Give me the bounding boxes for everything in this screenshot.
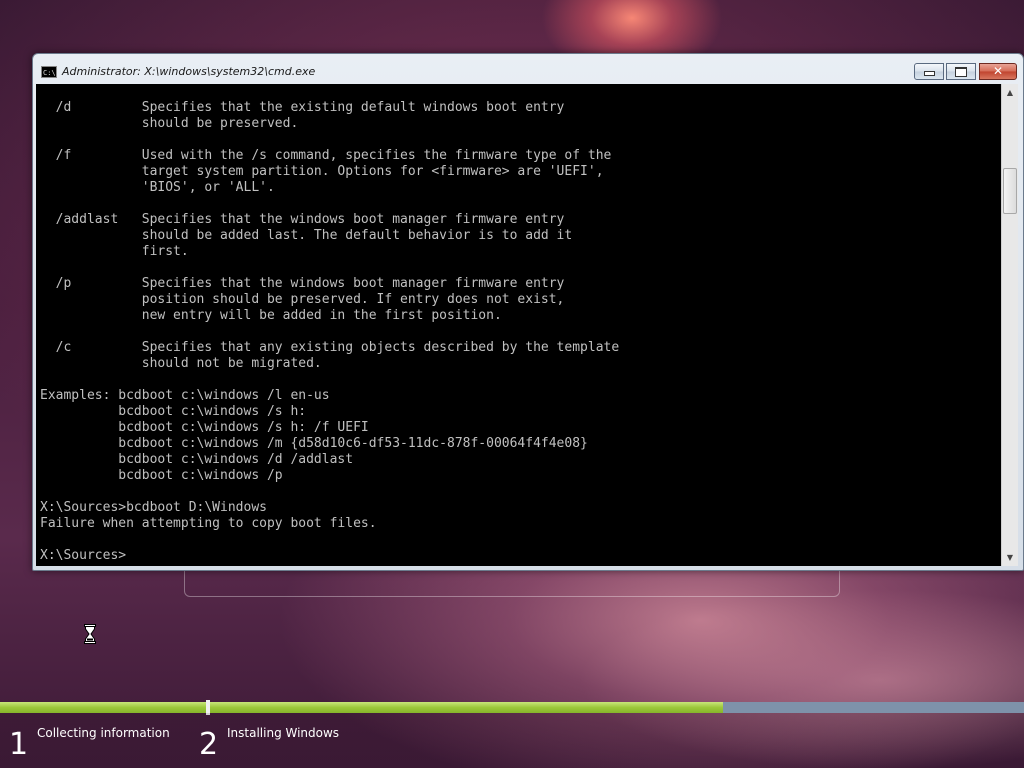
title-bar[interactable]: C:\ Administrator: X:\windows\system32\c…	[33, 54, 1023, 84]
window-title: Administrator: X:\windows\system32\cmd.e…	[62, 65, 316, 78]
scroll-up-arrow-icon[interactable]: ▲	[1002, 84, 1018, 101]
minimize-icon	[915, 64, 943, 79]
desktop-background: C:\ Administrator: X:\windows\system32\c…	[0, 0, 1024, 768]
vertical-scrollbar[interactable]: ▲ ▼	[1001, 84, 1018, 566]
step1-label: Collecting information	[37, 726, 170, 740]
console-output: /d Specifies that the existing default w…	[40, 100, 620, 563]
console-area[interactable]: /d Specifies that the existing default w…	[36, 84, 1001, 566]
scroll-thumb[interactable]	[1003, 168, 1017, 214]
step2-label: Installing Windows	[227, 726, 340, 740]
maximize-button[interactable]	[946, 63, 976, 80]
setup-status-bar	[0, 713, 1024, 768]
cmd-icon: C:\	[41, 66, 57, 78]
scroll-down-arrow-icon[interactable]: ▼	[1002, 549, 1018, 566]
step1-progress-bar	[0, 702, 206, 713]
step1-number: 1	[9, 727, 29, 762]
step1-progress-fill	[0, 702, 206, 713]
close-icon: ✕	[992, 64, 1004, 78]
cmd-window[interactable]: C:\ Administrator: X:\windows\system32\c…	[32, 53, 1024, 571]
hourglass-icon	[84, 624, 96, 644]
maximize-icon	[947, 64, 975, 79]
step2-progress-fill	[210, 702, 723, 713]
close-button[interactable]: ✕	[979, 63, 1017, 80]
step2-progress-bar	[210, 702, 1024, 713]
step2-number: 2	[199, 727, 219, 762]
minimize-button[interactable]	[914, 63, 944, 80]
